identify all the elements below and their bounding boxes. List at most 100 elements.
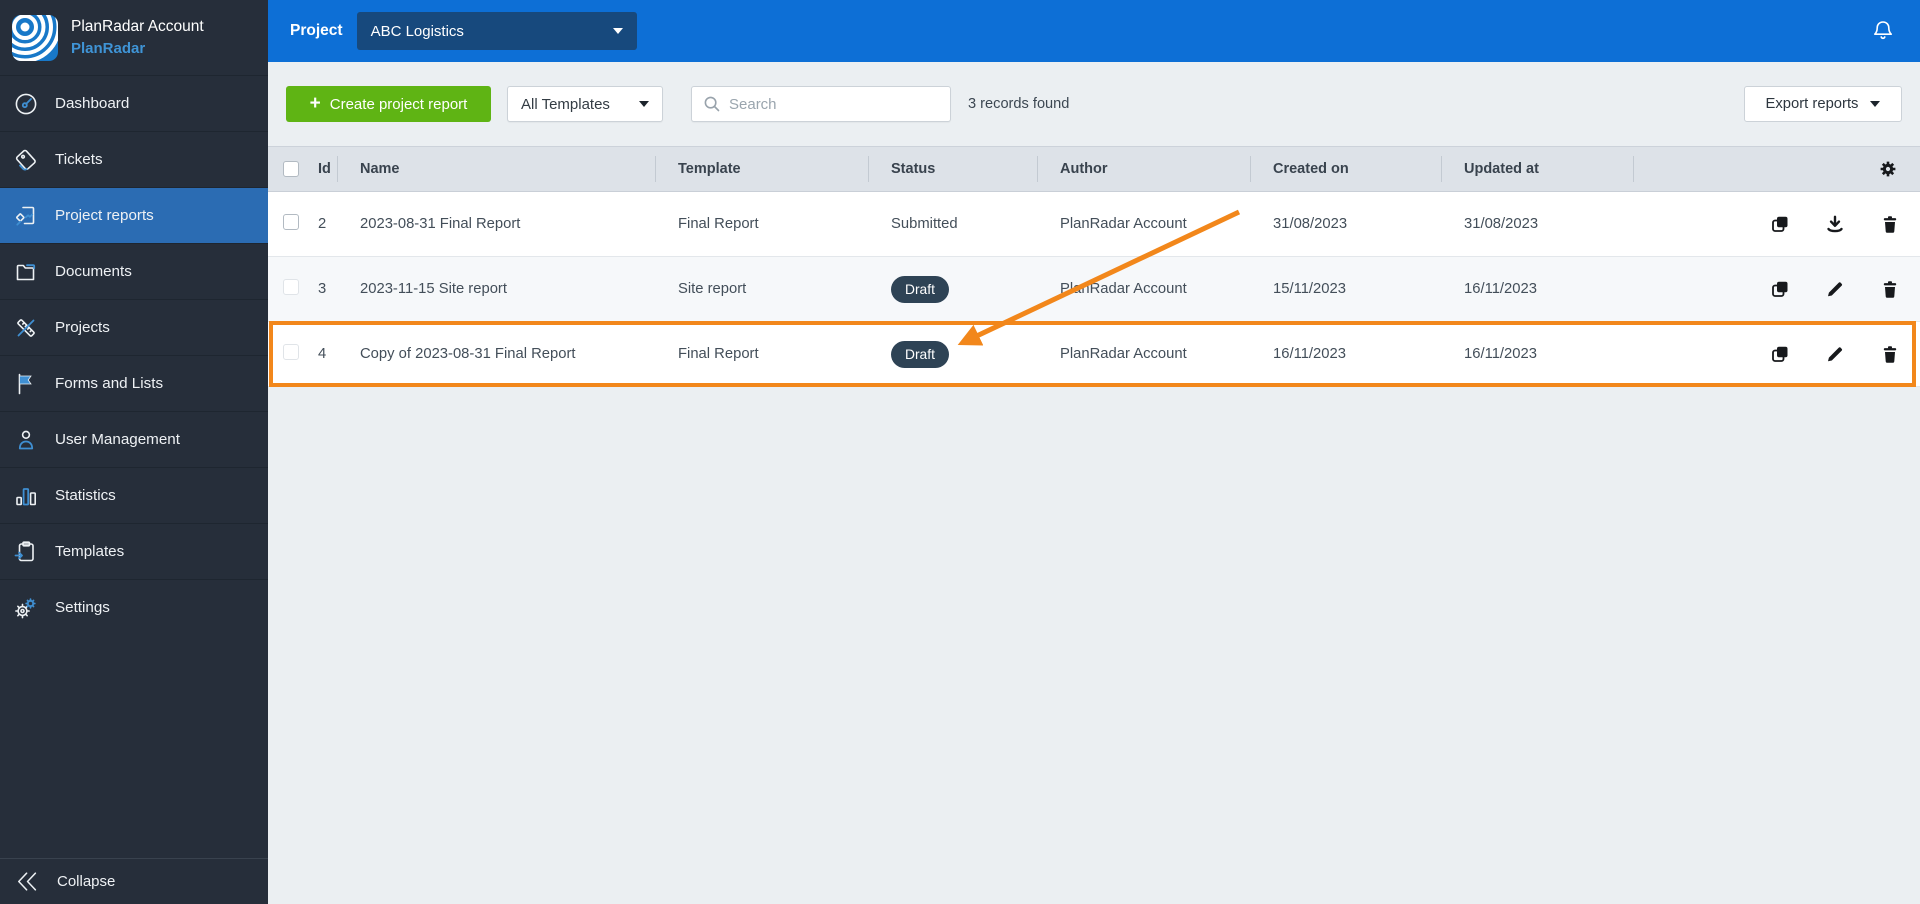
search-box bbox=[691, 86, 951, 122]
download-report-button[interactable] bbox=[1825, 214, 1845, 234]
delete-report-button[interactable] bbox=[1880, 279, 1900, 299]
sidebar-item-projects[interactable]: Projects bbox=[0, 299, 268, 355]
double-chevron-left-icon bbox=[18, 872, 37, 891]
column-header-updated-at[interactable]: Updated at bbox=[1442, 147, 1634, 191]
brand-name: PlanRadar bbox=[71, 40, 146, 57]
export-reports-button[interactable]: Export reports bbox=[1744, 86, 1902, 122]
forms-lists-icon bbox=[13, 371, 39, 397]
sidebar-item-label: Documents bbox=[55, 263, 132, 280]
plus-icon: + bbox=[309, 92, 321, 114]
column-header-template[interactable]: Template bbox=[656, 147, 869, 191]
table-row-report-2[interactable]: 2 2023-08-31 Final Report Final Report S… bbox=[268, 192, 1920, 257]
download-icon bbox=[1827, 215, 1843, 233]
sidebar-item-tickets[interactable]: Tickets bbox=[0, 131, 268, 187]
sidebar-item-user-management[interactable]: User Management bbox=[0, 411, 268, 467]
trash-icon bbox=[1883, 346, 1897, 363]
trash-icon bbox=[1883, 281, 1897, 298]
sidebar-nav: Dashboard Tickets Project reports Docume… bbox=[0, 75, 268, 635]
main-content: Project ABC Logistics + Create project r… bbox=[268, 0, 1920, 904]
report-created-on: 15/11/2023 bbox=[1273, 281, 1346, 297]
search-icon bbox=[704, 96, 720, 112]
copy-icon bbox=[1772, 346, 1788, 362]
templates-filter-value: All Templates bbox=[521, 95, 610, 113]
sidebar-item-label: Tickets bbox=[55, 151, 103, 168]
report-created-on: 16/11/2023 bbox=[1273, 346, 1346, 362]
sidebar-item-label: Projects bbox=[55, 319, 110, 336]
app-root: PlanRadar Account PlanRadar Dashboard Ti… bbox=[0, 0, 1920, 904]
report-name: 2023-08-31 Final Report bbox=[360, 216, 521, 232]
column-header-author[interactable]: Author bbox=[1038, 147, 1251, 191]
report-status: Draft bbox=[869, 340, 1038, 368]
gear-icon bbox=[1880, 161, 1896, 177]
project-selector-value: ABC Logistics bbox=[370, 22, 464, 40]
copy-report-button[interactable] bbox=[1770, 344, 1790, 364]
copy-icon bbox=[1772, 216, 1788, 232]
report-name: Copy of 2023-08-31 Final Report bbox=[360, 346, 576, 362]
settings-icon bbox=[13, 595, 39, 621]
project-reports-icon bbox=[13, 203, 39, 229]
report-id: 3 bbox=[318, 281, 327, 297]
pencil-icon bbox=[1828, 347, 1843, 362]
edit-report-button[interactable] bbox=[1825, 279, 1845, 299]
table-settings-button[interactable] bbox=[1878, 159, 1898, 179]
search-input[interactable] bbox=[729, 95, 939, 113]
templates-icon bbox=[13, 539, 39, 565]
sidebar-item-statistics[interactable]: Statistics bbox=[0, 467, 268, 523]
chevron-down-icon bbox=[612, 28, 623, 34]
export-button-label: Export reports bbox=[1765, 96, 1859, 112]
row-checkbox[interactable] bbox=[283, 344, 299, 360]
table-row-report-3[interactable]: 3 2023-11-15 Site report Site report Dra… bbox=[268, 257, 1920, 322]
collapse-button[interactable]: Collapse bbox=[0, 858, 268, 904]
account-name: PlanRadar Account bbox=[71, 18, 204, 35]
create-button-label: Create project report bbox=[329, 95, 468, 113]
sidebar-item-dashboard[interactable]: Dashboard bbox=[0, 75, 268, 131]
account-header[interactable]: PlanRadar Account PlanRadar bbox=[0, 0, 268, 75]
report-updated-at: 16/11/2023 bbox=[1464, 281, 1537, 297]
project-label: Project bbox=[290, 22, 343, 39]
column-header-created-on[interactable]: Created on bbox=[1251, 147, 1442, 191]
planradar-logo-icon bbox=[12, 14, 58, 61]
notifications-bell-button[interactable] bbox=[1870, 18, 1896, 44]
report-author: PlanRadar Account bbox=[1060, 216, 1187, 232]
trash-icon bbox=[1883, 216, 1897, 233]
column-header-name[interactable]: Name bbox=[338, 147, 656, 191]
sidebar-item-label: Forms and Lists bbox=[55, 375, 164, 392]
copy-icon bbox=[1772, 281, 1788, 297]
report-template: Site report bbox=[678, 281, 747, 297]
sidebar-item-project-reports[interactable]: Project reports bbox=[0, 187, 268, 243]
sidebar-item-label: Templates bbox=[55, 543, 125, 560]
report-author: PlanRadar Account bbox=[1060, 346, 1187, 362]
project-selector[interactable]: ABC Logistics bbox=[356, 12, 637, 50]
sidebar-item-forms-and-lists[interactable]: Forms and Lists bbox=[0, 355, 268, 411]
status-badge: Draft bbox=[891, 275, 949, 303]
select-all-checkbox[interactable] bbox=[283, 161, 299, 177]
column-header-status[interactable]: Status bbox=[869, 147, 1038, 191]
sidebar-item-templates[interactable]: Templates bbox=[0, 523, 268, 579]
column-header-id[interactable]: Id bbox=[314, 147, 338, 191]
sidebar-item-label: Settings bbox=[55, 599, 110, 616]
delete-report-button[interactable] bbox=[1880, 214, 1900, 234]
statistics-icon bbox=[13, 483, 39, 509]
projects-icon bbox=[13, 315, 39, 341]
create-project-report-button[interactable]: + Create project report bbox=[286, 86, 491, 122]
sidebar-item-settings[interactable]: Settings bbox=[0, 579, 268, 635]
report-id: 2 bbox=[318, 216, 327, 232]
templates-filter-dropdown[interactable]: All Templates bbox=[507, 86, 663, 122]
sidebar-item-label: Dashboard bbox=[55, 95, 130, 112]
sidebar-item-documents[interactable]: Documents bbox=[0, 243, 268, 299]
delete-report-button[interactable] bbox=[1880, 344, 1900, 364]
row-checkbox[interactable] bbox=[283, 279, 299, 295]
report-updated-at: 16/11/2023 bbox=[1464, 346, 1537, 362]
tickets-icon bbox=[13, 147, 39, 173]
copy-report-button[interactable] bbox=[1770, 214, 1790, 234]
report-name: 2023-11-15 Site report bbox=[360, 281, 507, 297]
status-badge: Draft bbox=[891, 340, 949, 368]
copy-report-button[interactable] bbox=[1770, 279, 1790, 299]
table-header: Id Name Template Status Author Created o… bbox=[268, 146, 1920, 192]
row-checkbox[interactable] bbox=[283, 214, 299, 230]
report-updated-at: 31/08/2023 bbox=[1464, 216, 1539, 232]
report-id: 4 bbox=[318, 346, 327, 362]
table-row-report-4[interactable]: 4 Copy of 2023-08-31 Final Report Final … bbox=[268, 322, 1920, 387]
edit-report-button[interactable] bbox=[1825, 344, 1845, 364]
user-management-icon bbox=[13, 427, 39, 453]
